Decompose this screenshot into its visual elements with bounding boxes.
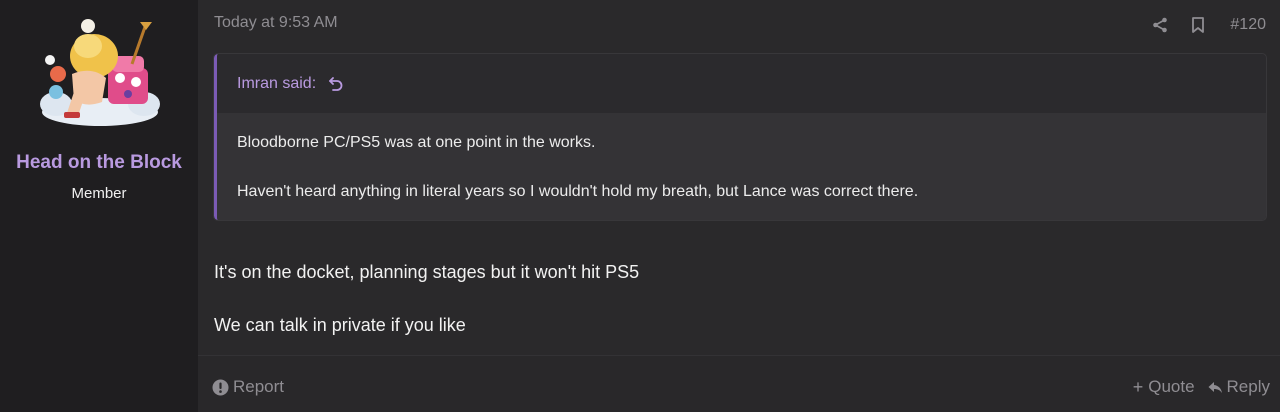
quote-line: Bloodborne PC/PS5 was at one point in th… (237, 134, 596, 151)
reply-button[interactable]: Reply (1207, 377, 1270, 397)
quote-author[interactable]: Imran said: (237, 75, 316, 93)
footer-actions: + Quote Reply (1133, 377, 1270, 397)
quote-label: Quote (1148, 377, 1195, 396)
quote-content: Bloodborne PC/PS5 was at one point in th… (217, 113, 1266, 220)
message-line: We can talk in private if you like (214, 315, 466, 335)
reply-label: Reply (1226, 377, 1270, 396)
quote-line: Haven't heard anything in literal years … (237, 183, 919, 200)
username[interactable]: Head on the Block (0, 152, 198, 174)
avatar[interactable] (36, 16, 164, 132)
post-main: Today at 9:53 AM #120 Imran said: Bloodb… (198, 0, 1280, 412)
share-icon[interactable] (1150, 15, 1170, 35)
message-body: It's on the docket, planning stages but … (214, 259, 639, 365)
message-line: It's on the docket, planning stages but … (214, 262, 640, 282)
bookmark-icon[interactable] (1188, 15, 1208, 35)
post-timestamp[interactable]: Today at 9:53 AM (214, 14, 338, 32)
report-button[interactable]: Report (212, 377, 284, 397)
quote-block: Imran said: Bloodborne PC/PS5 was at one… (213, 53, 1267, 221)
user-info-panel: Head on the Block Member (0, 0, 198, 412)
post-number[interactable]: #120 (1230, 16, 1266, 34)
jump-to-quote-icon[interactable] (326, 74, 346, 94)
report-label: Report (233, 377, 285, 396)
reply-icon (1207, 379, 1223, 395)
alert-icon (212, 379, 229, 396)
post-actions: #120 (1150, 14, 1266, 36)
quote-header: Imran said: (217, 54, 1266, 113)
user-title: Member (71, 185, 127, 202)
plus-icon: + (1132, 377, 1144, 397)
forum-post: Head on the Block Member Today at 9:53 A… (0, 0, 1280, 412)
post-footer: Report + Quote Reply (198, 355, 1280, 412)
quote-button[interactable]: + Quote (1133, 377, 1195, 397)
